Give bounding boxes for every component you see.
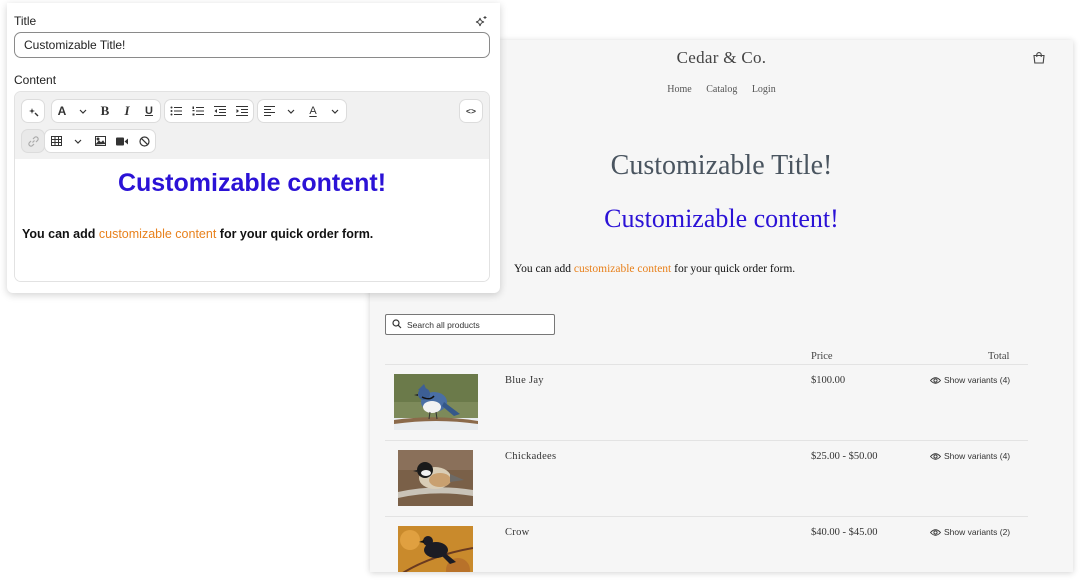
show-variants-button[interactable]: Show variants (2) — [929, 527, 1011, 537]
para-text-after: for your quick order form. — [216, 227, 374, 241]
editor-panel: Title Content A B I U — [7, 3, 500, 293]
product-search — [385, 314, 555, 335]
table-row: Chickadees $25.00 - $50.00 Show variants… — [385, 441, 1028, 516]
magic-icon — [22, 100, 44, 122]
align-left-icon[interactable] — [258, 100, 280, 122]
text-format-group: A B I U — [52, 100, 160, 122]
table-row: Crow $40.00 - $45.00 Show variants (2) — [385, 517, 1028, 572]
store-content-paragraph: You can add customizable content for you… — [514, 263, 795, 275]
show-variants-label: Show variants (4) — [944, 375, 1011, 385]
code-view-label: <> — [466, 106, 476, 116]
outdent-icon[interactable] — [209, 100, 231, 122]
font-style-label: A — [57, 104, 67, 118]
italic-label: I — [124, 103, 130, 118]
chevron-down-icon[interactable] — [72, 100, 94, 122]
eye-icon — [929, 453, 942, 460]
bullet-list-icon[interactable] — [165, 100, 187, 122]
italic-button[interactable]: I — [116, 100, 138, 122]
para-text-after: for your quick order form. — [671, 263, 796, 275]
product-name[interactable]: Chickadees — [505, 451, 556, 462]
align-color-group: A — [258, 100, 346, 122]
cart-icon[interactable] — [1032, 51, 1046, 65]
chevron-down-icon[interactable] — [67, 130, 89, 152]
show-variants-label: Show variants (2) — [944, 527, 1011, 537]
search-icon — [392, 319, 402, 329]
list-group — [165, 100, 253, 122]
bold-button[interactable]: B — [94, 100, 116, 122]
content-label: Content — [14, 73, 57, 87]
para-text-before: You can add — [22, 227, 99, 241]
title-label: Title — [14, 14, 37, 28]
search-input[interactable] — [407, 317, 547, 332]
show-variants-button[interactable]: Show variants (4) — [929, 375, 1011, 385]
editor-content-heading: Customizable content! — [117, 169, 387, 197]
table-icon[interactable] — [45, 130, 67, 152]
sparkle-icon[interactable] — [475, 15, 488, 33]
para-text-before: You can add — [514, 263, 574, 275]
chevron-down-icon[interactable] — [280, 100, 302, 122]
rich-text-editor: A B I U A <> Customizable content! You c… — [14, 91, 490, 282]
code-view-button[interactable]: <> — [460, 100, 482, 122]
product-image-crow[interactable] — [398, 526, 473, 572]
text-color-label: A — [309, 105, 317, 117]
product-price: $100.00 — [811, 375, 846, 386]
title-input[interactable] — [14, 32, 490, 58]
nav-catalog[interactable]: Catalog — [706, 84, 737, 95]
font-style-button[interactable]: A — [52, 100, 72, 122]
show-variants-button[interactable]: Show variants (4) — [929, 451, 1011, 461]
para-highlight: customizable content — [98, 227, 217, 241]
column-header-total: Total — [988, 351, 1010, 362]
editor-toolbar: A B I U A <> — [15, 92, 489, 160]
nav-home[interactable]: Home — [667, 84, 691, 95]
indent-icon[interactable] — [231, 100, 253, 122]
product-image-chickadees[interactable] — [398, 450, 473, 506]
nav-login[interactable]: Login — [752, 84, 776, 95]
link-button[interactable] — [22, 130, 44, 152]
image-icon[interactable] — [89, 130, 111, 152]
numbered-list-icon[interactable] — [187, 100, 209, 122]
bold-label: B — [100, 103, 110, 118]
product-price: $40.00 - $45.00 — [811, 527, 878, 538]
link-icon — [22, 130, 44, 152]
para-highlight: customizable content — [573, 263, 672, 275]
table-row: Blue Jay $100.00 Show variants (4) — [385, 365, 1028, 440]
eye-icon — [929, 377, 942, 384]
show-variants-label: Show variants (4) — [944, 451, 1011, 461]
magic-button[interactable] — [22, 100, 44, 122]
editor-content-area[interactable]: Customizable content! You can add custom… — [15, 159, 489, 281]
underline-label: U — [145, 105, 153, 117]
product-name[interactable]: Blue Jay — [505, 375, 544, 386]
product-image-blue-jay[interactable] — [394, 374, 478, 430]
insert-group — [45, 130, 155, 152]
text-color-button[interactable]: A — [302, 100, 324, 122]
editor-content-paragraph: You can add customizable content for you… — [22, 227, 373, 241]
video-icon[interactable] — [111, 130, 133, 152]
chevron-down-icon[interactable] — [324, 100, 346, 122]
product-name[interactable]: Crow — [505, 527, 530, 538]
underline-button[interactable]: U — [138, 100, 160, 122]
eye-icon — [929, 529, 942, 536]
product-price: $25.00 - $50.00 — [811, 451, 878, 462]
clear-format-icon[interactable] — [133, 130, 155, 152]
column-header-price: Price — [811, 351, 833, 362]
